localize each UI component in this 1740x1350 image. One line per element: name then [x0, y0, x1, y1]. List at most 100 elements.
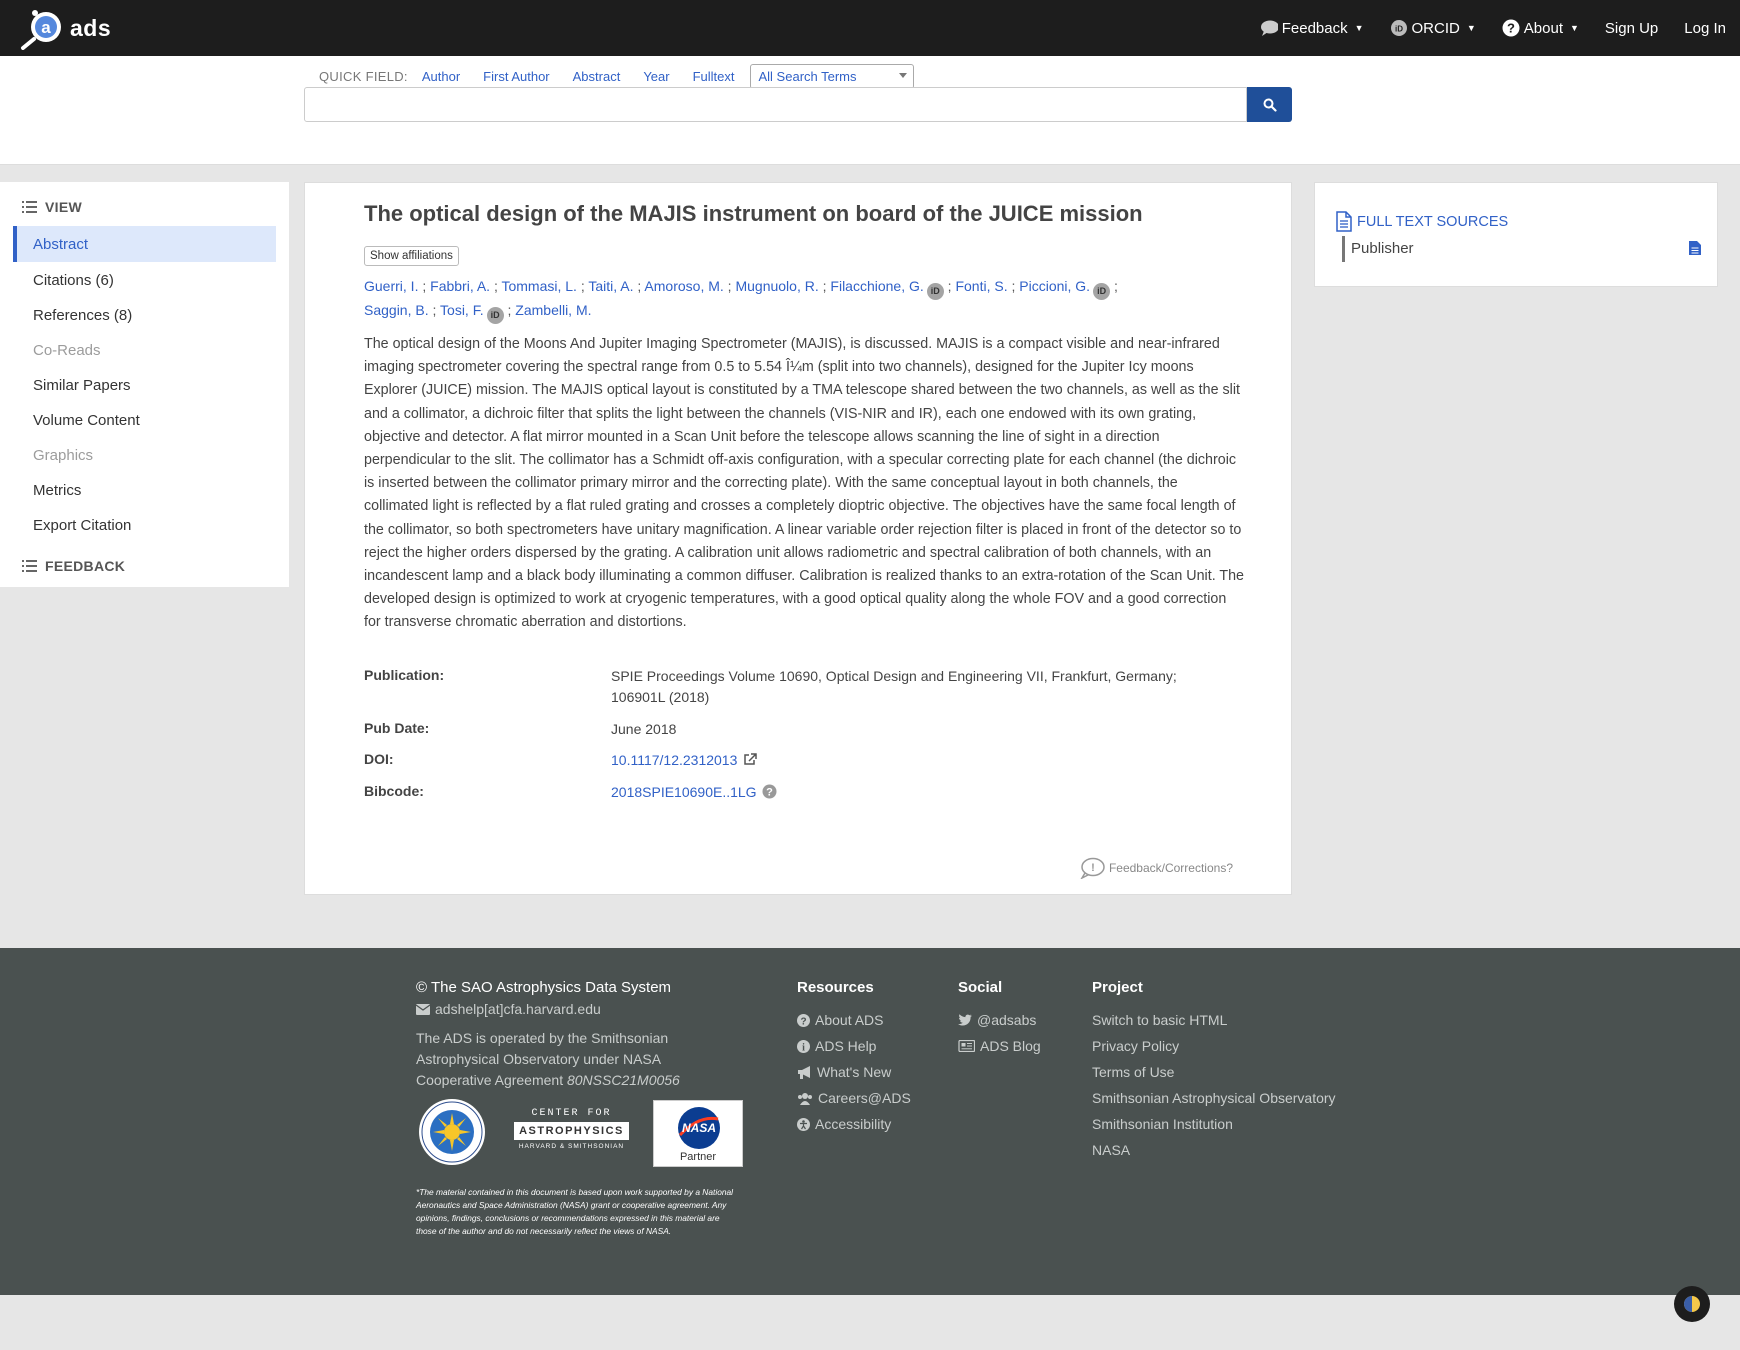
author-link[interactable]: Piccioni, G.	[1019, 278, 1090, 294]
footer-link-twitter[interactable]: @adsabs	[958, 1007, 1041, 1033]
quick-field-year[interactable]: Year	[643, 69, 669, 84]
footer-link-basic-html[interactable]: Switch to basic HTML	[1092, 1007, 1336, 1033]
footer-link-label: ADS Help	[815, 1038, 877, 1054]
search-panel: QUICK FIELD: Author First Author Abstrac…	[0, 56, 1740, 165]
nasa-disclaimer: *The material contained in this document…	[416, 1187, 734, 1236]
sidebar-item-citations[interactable]: Citations (6)	[13, 262, 276, 298]
footer-link-ads-help[interactable]: i ADS Help	[797, 1033, 911, 1059]
cfa-line-1: CENTER FOR	[531, 1108, 612, 1119]
author-link[interactable]: Fabbri, A.	[430, 278, 490, 294]
orcid-label: ORCID	[1411, 19, 1460, 37]
author-list-line: Saggin, B. ; Tosi, F. iD ; Zambelli, M.	[364, 300, 1244, 324]
footer-email[interactable]: adshelp[at]cfa.harvard.edu	[416, 1001, 601, 1017]
footer-link-label: Accessibility	[815, 1116, 892, 1132]
author-link[interactable]: Fonti, S.	[955, 278, 1007, 294]
center-for-astrophysics-logo[interactable]: CENTER FOR ASTROPHYSICS HARVARD & SMITHS…	[514, 1108, 629, 1158]
publication-label: Publication:	[364, 667, 445, 683]
footer-link-careers[interactable]: Careers@ADS	[797, 1085, 911, 1111]
question-circle-icon[interactable]: ?	[762, 784, 777, 799]
quick-field-first-author[interactable]: First Author	[483, 69, 549, 84]
view-heading: VIEW	[22, 199, 82, 215]
footer-link-terms-of-use[interactable]: Terms of Use	[1092, 1059, 1336, 1085]
footer-link-ads-blog[interactable]: ADS Blog	[958, 1033, 1041, 1059]
about-menu[interactable]: ? About ▼	[1502, 19, 1579, 37]
log-in-link[interactable]: Log In	[1684, 20, 1726, 37]
list-icon	[22, 201, 37, 213]
cfa-line-3: HARVARD & SMITHSONIAN	[518, 1143, 625, 1150]
search-button[interactable]	[1247, 87, 1292, 122]
footer-link-accessibility[interactable]: Accessibility	[797, 1111, 911, 1137]
quick-field-author[interactable]: Author	[422, 69, 460, 84]
feedback-corrections-label: Feedback/Corrections?	[1108, 861, 1233, 875]
question-circle-icon: ?	[797, 1013, 810, 1027]
theme-toggle-button[interactable]	[1674, 1286, 1710, 1322]
full-text-sources-heading[interactable]: FULL TEXT SOURCES	[1335, 211, 1508, 232]
author-link[interactable]: Taiti, A.	[588, 278, 633, 294]
footer-link-privacy-policy[interactable]: Privacy Policy	[1092, 1033, 1336, 1059]
feedback-heading[interactable]: FEEDBACK	[22, 558, 125, 574]
search-input[interactable]	[304, 87, 1247, 122]
feedback-menu[interactable]: Feedback ▼	[1260, 19, 1364, 37]
footer-link-label: What's New	[817, 1064, 892, 1080]
author-link[interactable]: Filacchione, G.	[830, 278, 923, 294]
comment-icon	[1260, 20, 1278, 36]
orcid-icon: iD	[1390, 20, 1407, 36]
sign-up-link[interactable]: Sign Up	[1605, 20, 1658, 37]
orcid-menu[interactable]: iD ORCID ▼	[1390, 19, 1476, 37]
footer-link-nasa[interactable]: NASA	[1092, 1137, 1336, 1163]
sidebar-item-similar-papers[interactable]: Similar Papers	[13, 367, 276, 403]
ads-logo-icon[interactable]: a	[20, 8, 66, 50]
footer-link-label: ADS Blog	[980, 1038, 1041, 1054]
svg-text:?: ?	[800, 1016, 806, 1027]
abstract-text: The optical design of the Moons And Jupi…	[364, 336, 1245, 631]
footer-link-whats-new[interactable]: What's New	[797, 1059, 911, 1085]
smithsonian-seal-logo[interactable]	[418, 1098, 486, 1166]
bibcode-link[interactable]: 2018SPIE10690E..1LG	[611, 784, 757, 800]
quick-field-fulltext[interactable]: Fulltext	[693, 69, 735, 84]
author-link[interactable]: Tosi, F.	[440, 302, 484, 318]
svg-text:?: ?	[1507, 21, 1515, 36]
project-list: Switch to basic HTML Privacy Policy Term…	[1092, 1007, 1336, 1163]
author-link[interactable]: Mugnuolo, R.	[735, 278, 818, 294]
author-separator: ;	[1007, 278, 1020, 294]
sidebar-item-volume-content[interactable]: Volume Content	[13, 402, 276, 438]
caret-down-icon	[898, 73, 907, 78]
show-affiliations-button[interactable]: Show affiliations	[364, 246, 459, 266]
orcid-icon[interactable]: iD	[1093, 283, 1111, 300]
search-terms-select[interactable]: All Search Terms	[749, 64, 914, 89]
footer-link-smithsonian[interactable]: Smithsonian Institution	[1092, 1111, 1336, 1137]
doi-link[interactable]: 10.1117/12.2312013	[611, 752, 737, 768]
about-label: About	[1523, 19, 1563, 37]
caret-down-icon: ▼	[1569, 23, 1579, 33]
orcid-icon[interactable]: iD	[486, 307, 504, 324]
social-list: @adsabs ADS Blog	[958, 1007, 1041, 1059]
ads-wordmark[interactable]: ads	[70, 15, 111, 42]
author-link[interactable]: Guerri, I.	[364, 278, 418, 294]
nasa-partner-logo[interactable]: NASA Partner	[653, 1100, 743, 1167]
sidebar-item-export-citation[interactable]: Export Citation	[13, 507, 276, 543]
top-navbar: a ads Feedback ▼ iD ORCID ▼ ? About ▼ Sign …	[0, 0, 1740, 56]
quick-field-abstract[interactable]: Abstract	[573, 69, 621, 84]
sidebar-item-references[interactable]: References (8)	[13, 297, 276, 333]
feedback-heading-label: FEEDBACK	[45, 558, 126, 574]
doi-value: 10.1117/12.2312013	[611, 750, 1201, 771]
sidebar-item-abstract[interactable]: Abstract	[13, 226, 276, 262]
footer-operated-by: The ADS is operated by the Smithsonian A…	[416, 1028, 691, 1091]
feedback-corrections-link[interactable]: ! Feedback/Corrections?	[1079, 857, 1233, 879]
nasa-meatball-icon: NASA	[678, 1107, 720, 1149]
publisher-document-icon[interactable]	[1689, 241, 1701, 255]
sidebar-item-metrics[interactable]: Metrics	[13, 472, 276, 508]
author-link[interactable]: Zambelli, M.	[515, 302, 591, 318]
author-separator: ;	[943, 278, 956, 294]
author-separator: ;	[576, 278, 589, 294]
author-link[interactable]: Saggin, B.	[364, 302, 429, 318]
footer-link-about-ads[interactable]: ? About ADS	[797, 1007, 911, 1033]
author-link[interactable]: Tommasi, L.	[501, 278, 576, 294]
resources-heading: Resources	[797, 979, 874, 996]
orcid-icon[interactable]: iD	[926, 283, 944, 300]
external-link-icon[interactable]	[743, 753, 758, 766]
author-link[interactable]: Amoroso, M.	[644, 278, 723, 294]
footer-link-sao[interactable]: Smithsonian Astrophysical Observatory	[1092, 1085, 1336, 1111]
envelope-icon	[416, 1003, 430, 1015]
list-icon	[22, 560, 37, 572]
